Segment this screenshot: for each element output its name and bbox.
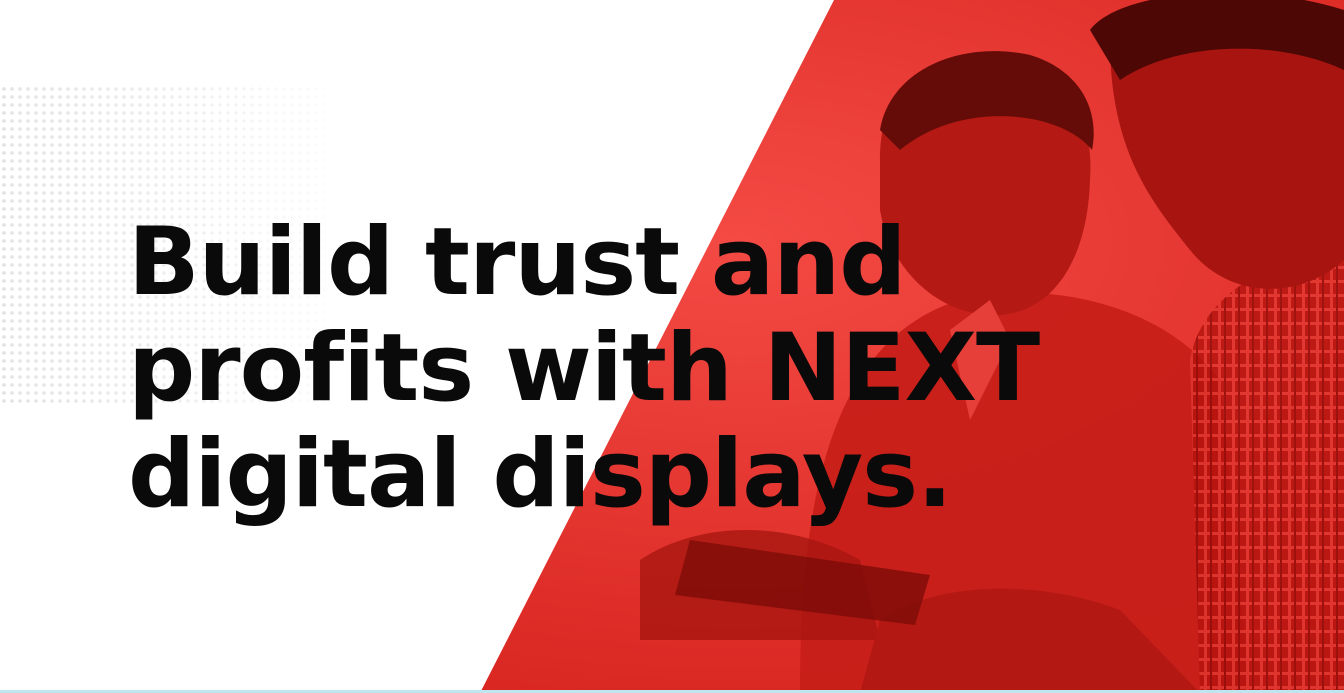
headline-line-3: digital displays. xyxy=(128,420,953,529)
headline-line-2: profits with NEXT xyxy=(128,314,1040,423)
hero-banner: Build trust and profits with NEXT digita… xyxy=(0,0,1344,693)
headline: Build trust and profits with NEXT digita… xyxy=(128,208,1040,529)
headline-line-1: Build trust and xyxy=(128,208,906,317)
